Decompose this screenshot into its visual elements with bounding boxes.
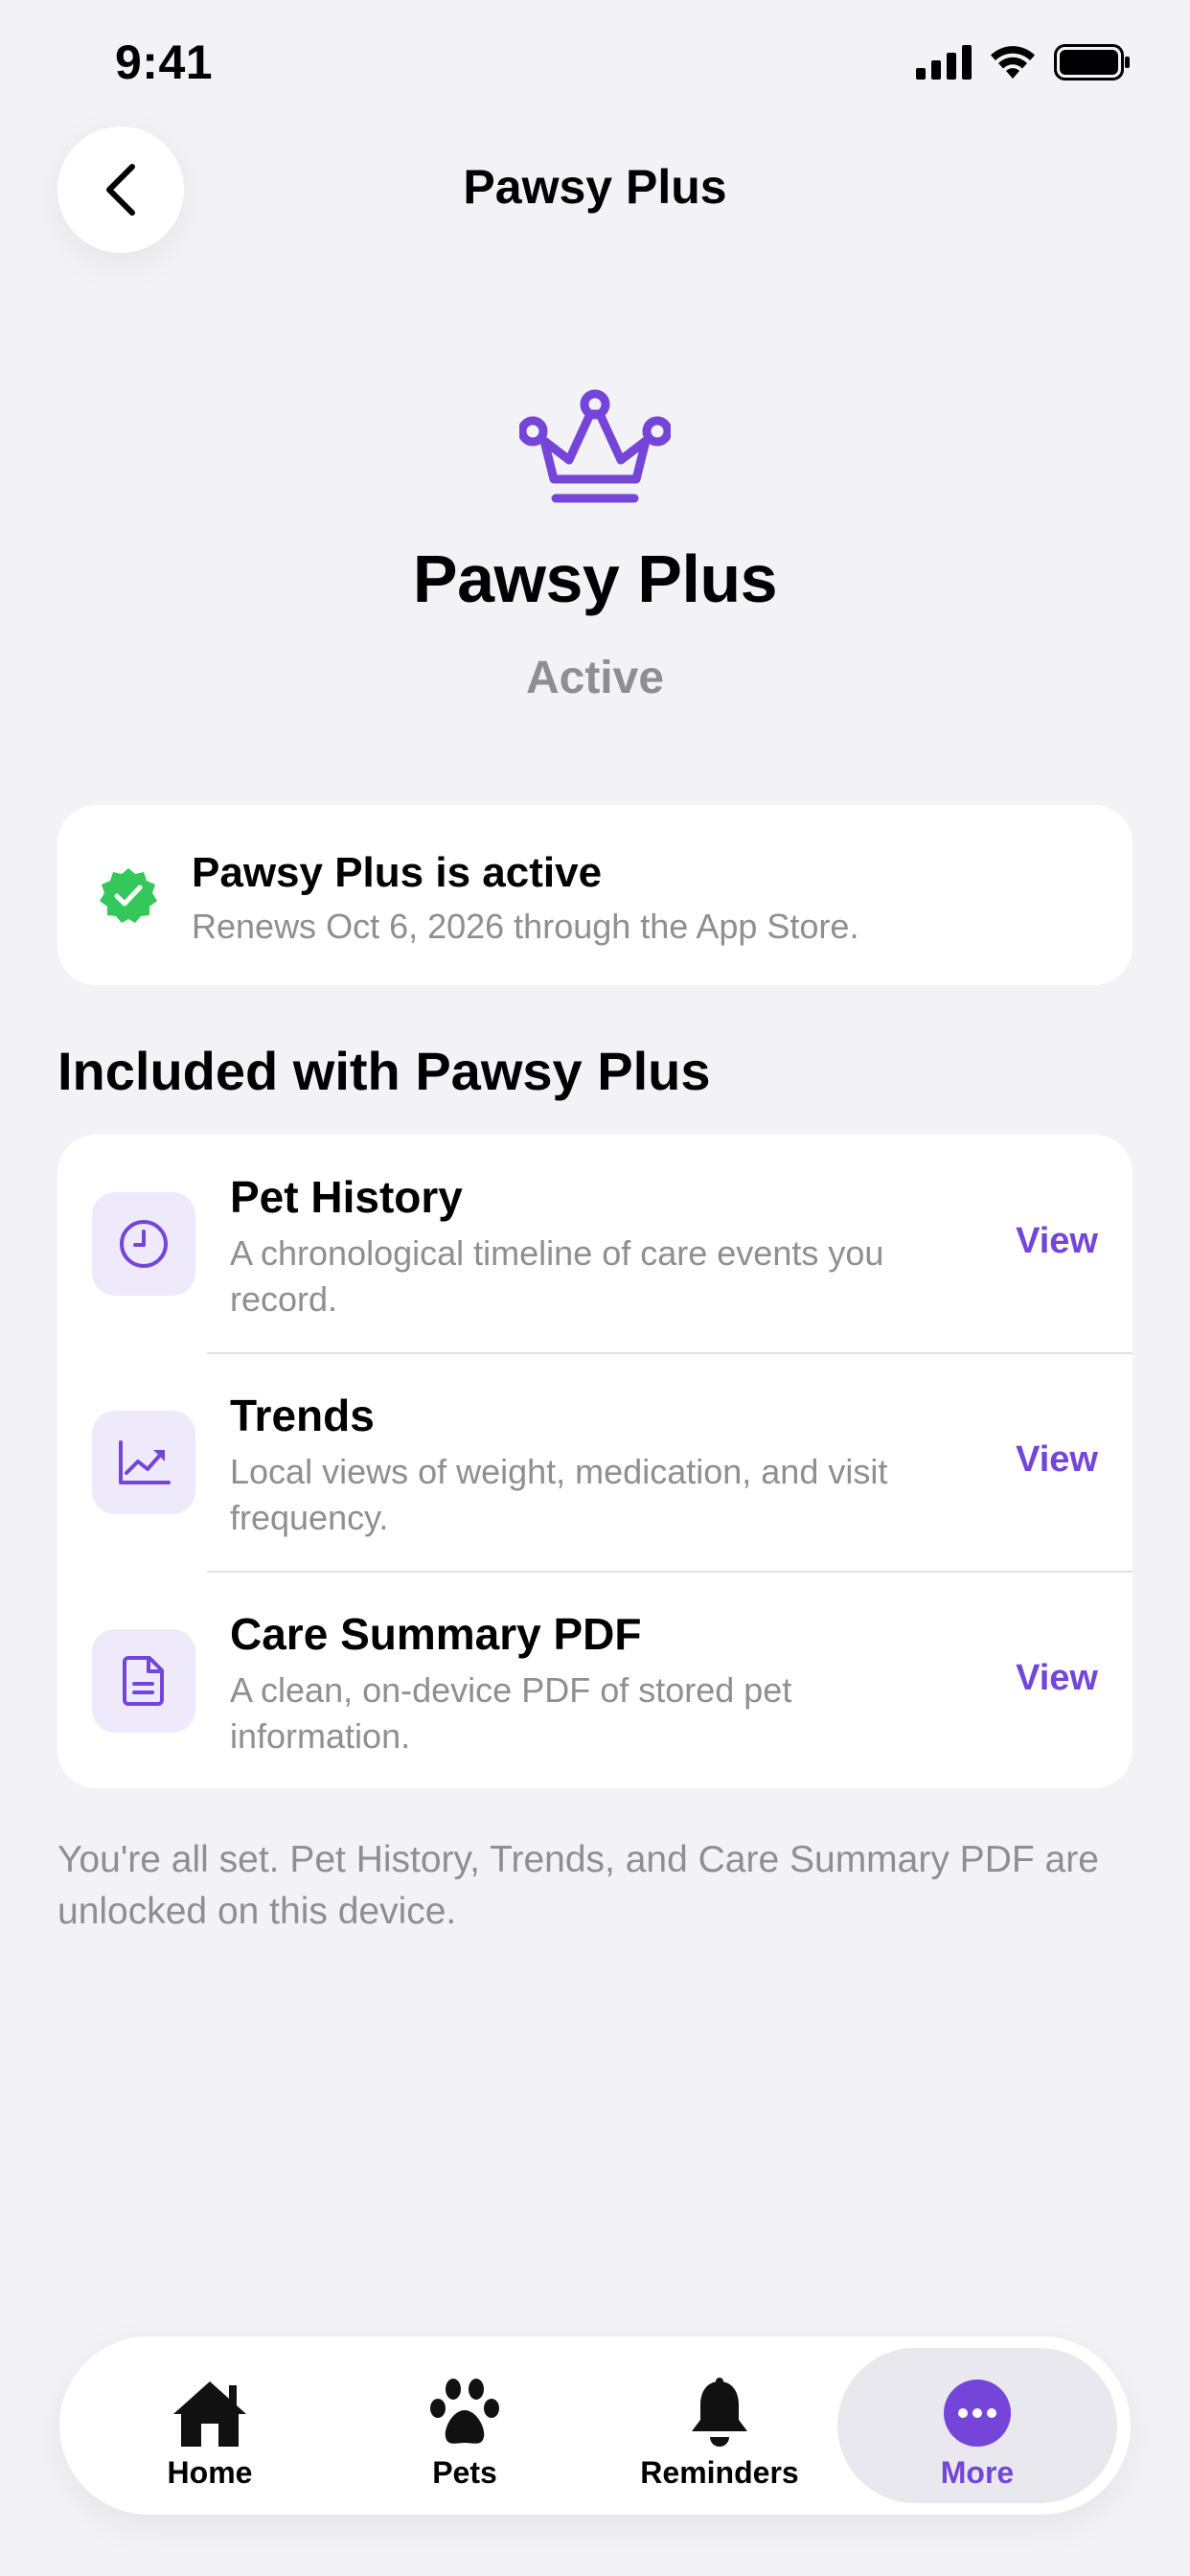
footer-note: You're all set. Pet History, Trends, and… — [57, 1839, 1099, 1932]
feature-row-care-summary[interactable]: Care Summary PDF A clean, on-device PDF … — [57, 1572, 1133, 1788]
tab-pets[interactable]: Pets — [337, 2348, 592, 2503]
house-icon — [173, 2381, 246, 2447]
verified-badge-icon — [100, 868, 157, 923]
subscription-status-card: Pawsy Plus is active Renews Oct 6, 2026 … — [57, 805, 1133, 985]
tab-more[interactable]: More — [837, 2348, 1117, 2503]
plan-title: Pawsy Plus — [412, 541, 778, 616]
features-list: Pet History A chronological timeline of … — [57, 1135, 1133, 1788]
nav-title: Pawsy Plus — [463, 160, 727, 214]
feature-title: Pet History — [230, 1172, 463, 1222]
document-icon — [123, 1656, 164, 1706]
feature-description: Local views of weight, medication, and v… — [230, 1452, 888, 1537]
tab-home[interactable]: Home — [82, 2348, 337, 2503]
tab-bar: Home Pets Reminders More — [59, 2336, 1131, 2515]
tab-label: More — [940, 2455, 1015, 2490]
feature-row-trends[interactable]: Trends Local views of weight, medication… — [57, 1353, 1133, 1572]
status-bar: 9:41 — [0, 0, 1190, 125]
plan-status: Active — [525, 653, 665, 703]
feature-row-pet-history[interactable]: Pet History A chronological timeline of … — [57, 1135, 1133, 1353]
wifi-icon — [991, 46, 1035, 79]
view-pet-history-button[interactable]: View — [1016, 1221, 1098, 1262]
tab-label: Reminders — [640, 2455, 799, 2490]
feature-icon-tile — [92, 1629, 195, 1733]
feature-description: A chronological timeline of care events … — [230, 1233, 884, 1319]
feature-title: Care Summary PDF — [230, 1609, 642, 1659]
subscription-screen: 9:41 Pawsy Plus Pawsy Plus Active Pawsy … — [0, 0, 1190, 2576]
more-icon — [944, 2380, 1011, 2447]
cellular-signal-icon — [916, 45, 972, 80]
view-care-summary-button[interactable]: View — [1016, 1658, 1098, 1699]
feature-icon-tile — [92, 1192, 195, 1296]
clock-icon — [120, 1220, 168, 1268]
bell-icon — [692, 2378, 747, 2447]
tab-reminders[interactable]: Reminders — [592, 2348, 847, 2503]
status-time: 9:41 — [115, 35, 214, 89]
feature-title: Trends — [230, 1391, 375, 1440]
section-title: Included with Pawsy Plus — [57, 1041, 711, 1101]
view-trends-button[interactable]: View — [1016, 1439, 1098, 1481]
crown-icon — [519, 389, 671, 503]
tab-label: Pets — [432, 2455, 497, 2490]
feature-icon-tile — [92, 1411, 195, 1514]
feature-description: A clean, on-device PDF of stored pet inf… — [230, 1670, 792, 1756]
paw-icon — [430, 2379, 499, 2444]
status-card-title: Pawsy Plus is active — [192, 849, 603, 896]
tab-label: Home — [167, 2455, 253, 2490]
battery-icon — [1054, 44, 1130, 80]
status-icons — [916, 44, 1131, 80]
trend-chart-icon — [119, 1440, 171, 1484]
status-card-subtitle: Renews Oct 6, 2026 through the App Store… — [192, 907, 859, 946]
